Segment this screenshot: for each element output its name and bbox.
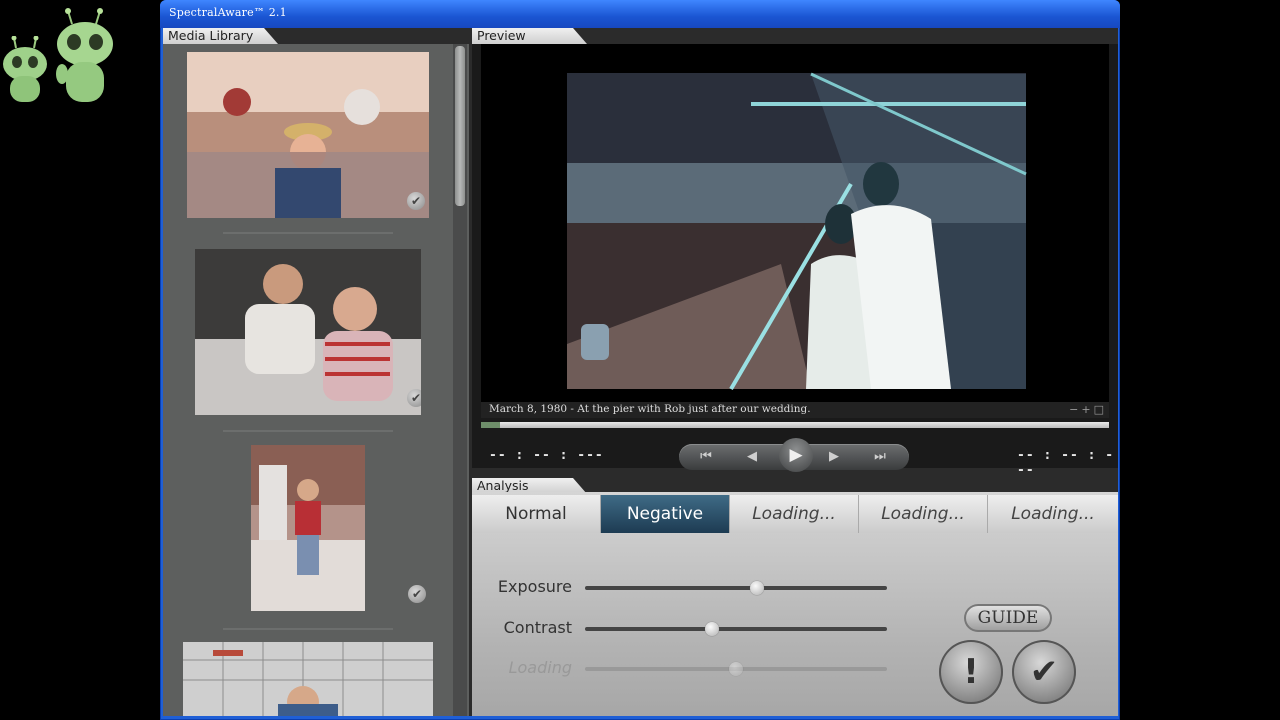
time-current: -- : -- : --- (489, 448, 604, 463)
loading-slider-label: Loading (508, 658, 572, 677)
guide-button[interactable]: GUIDE (964, 604, 1052, 632)
app-window: SpectralAware™ 2.1 Media Library ✔ ✔ ✔ P… (160, 0, 1120, 720)
caption-bar: March 8, 1980 - At the pier with Rob jus… (481, 402, 1109, 418)
tab-media-library[interactable]: Media Library (163, 28, 278, 44)
exposure-label: Exposure (497, 577, 572, 596)
mode-selector: Normal Negative Loading... Loading... Lo… (472, 495, 1118, 533)
play-button[interactable]: ▶ (779, 438, 813, 472)
library-photo-1[interactable]: ✔ (187, 52, 429, 218)
playback-progress[interactable] (481, 422, 1109, 428)
contrast-label: Contrast (503, 618, 572, 637)
mode-loading-2[interactable]: Loading... (859, 495, 988, 533)
alert-button[interactable]: ! (939, 640, 1003, 704)
mode-normal[interactable]: Normal (472, 495, 601, 533)
time-total: -- : -- : --- (1017, 448, 1115, 478)
checkmark-icon[interactable]: ✔ (407, 389, 421, 407)
divider (223, 628, 393, 630)
library-photo-4[interactable] (183, 642, 433, 716)
negative-preview-image (567, 72, 1027, 391)
library-photo-2[interactable]: ✔ (195, 249, 421, 415)
client-area: Media Library ✔ ✔ ✔ Preview March 8, 198… (163, 28, 1118, 716)
mode-loading-1[interactable]: Loading... (730, 495, 859, 533)
divider (223, 430, 393, 432)
alien-mascot-small (0, 35, 52, 106)
mode-loading-3[interactable]: Loading... (988, 495, 1118, 533)
contrast-slider[interactable] (585, 622, 887, 636)
contrast-slider-knob[interactable] (704, 622, 719, 636)
window-title: SpectralAware™ 2.1 (169, 6, 287, 19)
scrollbar-thumb[interactable] (455, 46, 465, 206)
mode-negative[interactable]: Negative (601, 495, 730, 533)
exposure-slider[interactable] (585, 581, 887, 595)
checkmark-icon[interactable]: ✔ (407, 192, 425, 210)
analysis-panel: Normal Negative Loading... Loading... Lo… (472, 492, 1118, 716)
zoom-controls[interactable]: −+□ (1069, 403, 1107, 416)
step-back-icon[interactable]: ◀ (739, 448, 765, 466)
skip-first-icon[interactable]: ⏮ (693, 448, 719, 466)
confirm-button[interactable]: ✔ (1012, 640, 1076, 704)
step-forward-icon[interactable]: ▶ (821, 448, 847, 466)
title-bar[interactable]: SpectralAware™ 2.1 (160, 0, 1120, 28)
loading-slider (585, 662, 887, 676)
divider (223, 232, 393, 234)
exposure-slider-knob[interactable] (750, 581, 765, 595)
loading-slider-knob (729, 662, 743, 676)
image-caption: March 8, 1980 - At the pier with Rob jus… (489, 403, 811, 415)
alien-mascot-large (52, 8, 118, 106)
progress-fill (481, 422, 500, 428)
library-scrollbar[interactable] (453, 44, 467, 716)
checkmark-icon[interactable]: ✔ (408, 585, 426, 603)
tab-preview[interactable]: Preview (472, 28, 587, 44)
media-library-panel: ✔ ✔ ✔ (163, 44, 469, 716)
preview-panel: March 8, 1980 - At the pier with Rob jus… (472, 44, 1118, 478)
image-viewer[interactable] (481, 44, 1109, 402)
skip-last-icon[interactable]: ⏭ (867, 448, 893, 466)
transport-controls: ⏮ ◀ ▶ ▶ ⏭ (679, 438, 909, 472)
library-photo-3[interactable] (251, 445, 365, 611)
